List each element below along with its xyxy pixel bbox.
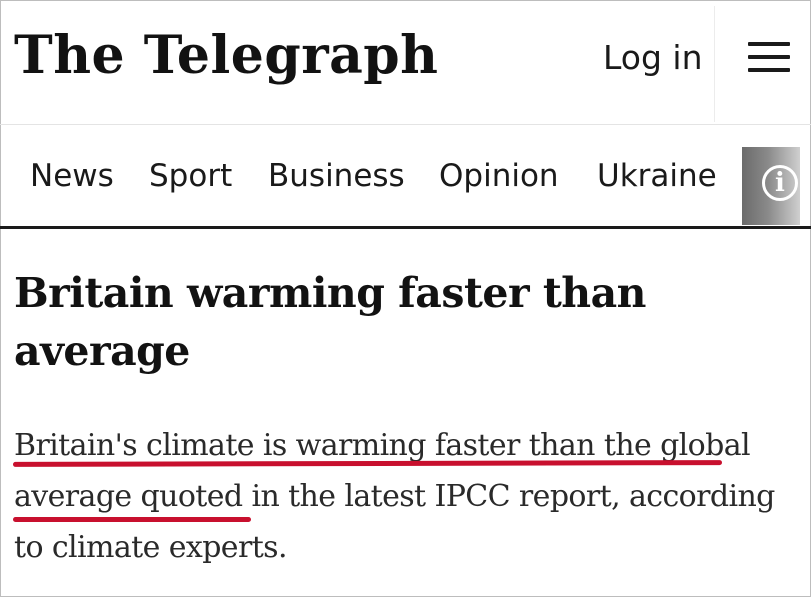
nav-divider — [0, 226, 811, 229]
hamburger-icon-bar — [748, 55, 790, 59]
header-divider — [714, 6, 715, 122]
login-link[interactable]: Log in — [603, 36, 703, 80]
telegraph-logo[interactable]: The Telegraph — [14, 16, 438, 96]
nav-item-business[interactable]: Business — [268, 155, 405, 197]
hamburger-icon-bar — [748, 42, 790, 46]
hamburger-menu-button[interactable] — [748, 42, 794, 76]
info-icon: i — [762, 165, 798, 201]
article-standfirst: Britain's climate is warming faster than… — [14, 428, 775, 565]
nav-item-opinion[interactable]: Opinion — [439, 155, 559, 197]
nav-item-ukraine[interactable]: Ukraine — [597, 155, 717, 197]
nav-item-news[interactable]: News — [30, 155, 114, 197]
highlight-underline — [13, 517, 251, 522]
nav-item-sport[interactable]: Sport — [149, 155, 232, 197]
site-header: The Telegraph Log in — [0, 0, 811, 124]
hamburger-icon-bar — [748, 68, 790, 72]
section-nav: News Sport Business Opinion Ukraine i — [0, 124, 811, 228]
nav-scroll-button[interactable]: i — [742, 147, 800, 225]
article-headline: Britain warming faster than average — [14, 269, 646, 375]
